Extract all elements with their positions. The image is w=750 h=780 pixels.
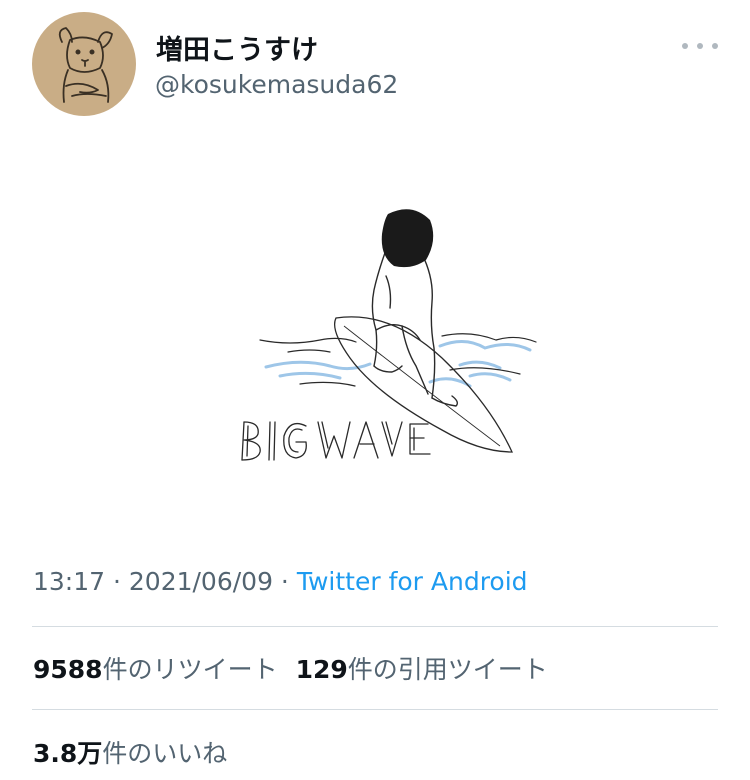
- likes-count: 3.8万: [33, 739, 103, 768]
- more-dot: [712, 43, 718, 49]
- quotes-stat[interactable]: 129件の引用ツイート: [296, 655, 548, 684]
- big-wave-lettering: [241, 421, 431, 461]
- author-handle[interactable]: @kosukemasuda62: [155, 70, 398, 99]
- wave-lines: [259, 333, 537, 387]
- meta-separator: ·: [272, 567, 297, 596]
- tweet-time[interactable]: 13:17: [33, 567, 105, 596]
- retweets-count: 9588: [33, 655, 103, 684]
- tweet-source-link[interactable]: Twitter for Android: [297, 567, 528, 596]
- tweet-date[interactable]: 2021/06/09: [129, 567, 273, 596]
- author-avatar[interactable]: [32, 12, 136, 116]
- divider: [32, 626, 718, 627]
- more-dot: [697, 43, 703, 49]
- tweet-meta: 13:17 · 2021/06/09 · Twitter for Android: [33, 567, 528, 596]
- meta-separator: ·: [105, 567, 129, 596]
- likes-row: 3.8万件のいいね: [33, 734, 227, 770]
- engagement-row: 9588件のリツイート 129件の引用ツイート: [33, 650, 548, 686]
- retweets-stat[interactable]: 9588件のリツイート: [33, 655, 278, 684]
- more-options-icon[interactable]: [682, 36, 718, 56]
- likes-stat[interactable]: 3.8万件のいいね: [33, 739, 227, 768]
- water-strokes: [264, 340, 532, 388]
- quotes-label: 件の引用ツイート: [347, 655, 548, 684]
- surfer: [371, 249, 459, 407]
- dog-avatar-icon: [58, 27, 113, 103]
- more-dot: [682, 43, 688, 49]
- surfer-hair: [381, 209, 434, 268]
- likes-label: 件のいいね: [102, 739, 228, 768]
- tweet-image[interactable]: [180, 190, 570, 510]
- divider: [32, 709, 718, 710]
- surfer-illustration: [241, 209, 537, 461]
- quotes-count: 129: [295, 655, 348, 684]
- retweets-label: 件のリツイート: [102, 655, 278, 684]
- author-name[interactable]: 増田こうすけ: [156, 28, 318, 67]
